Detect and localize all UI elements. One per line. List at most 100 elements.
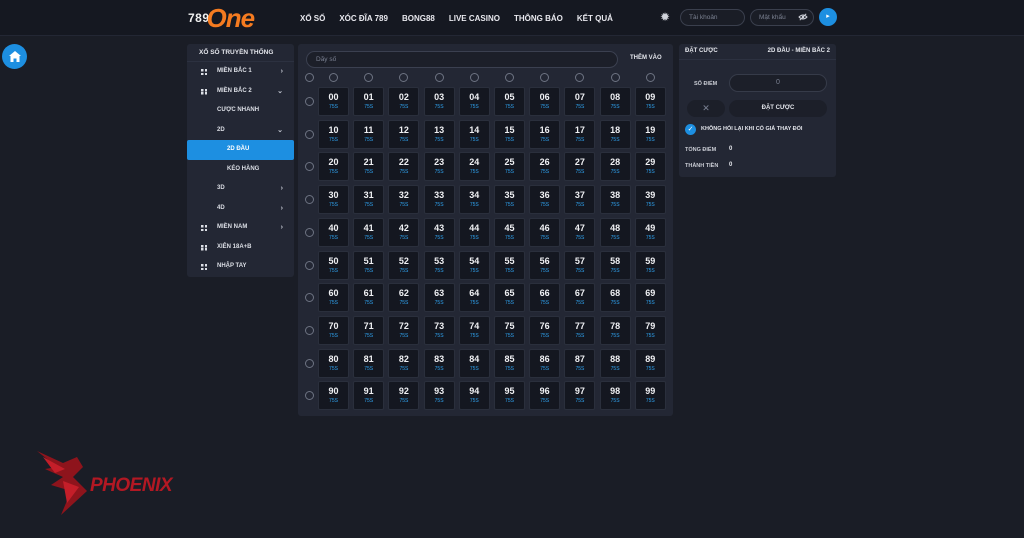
nav-thong-bao[interactable]: THÔNG BÁO <box>514 14 563 23</box>
number-cell[interactable]: 90 75S <box>318 381 349 411</box>
nav-live-casino[interactable]: LIVE CASINO <box>449 14 500 23</box>
column-radio[interactable] <box>469 73 479 82</box>
sidebar-item-xien[interactable]: XIÊN 18A+B <box>187 238 294 258</box>
number-cell[interactable]: 17 75S <box>564 119 596 149</box>
number-cell[interactable]: 72 75S <box>388 315 420 345</box>
number-cell[interactable]: 61 75S <box>353 283 385 313</box>
number-cell[interactable]: 41 75S <box>353 217 385 247</box>
number-cell[interactable]: 33 75S <box>423 185 455 215</box>
clear-button[interactable]: ✕ <box>687 100 725 117</box>
number-cell[interactable]: 50 75S <box>318 250 349 280</box>
number-cell[interactable]: 20 75S <box>318 152 349 182</box>
number-cell[interactable]: 30 75S <box>318 185 349 215</box>
row-radio[interactable] <box>305 358 314 368</box>
login-button[interactable]: ▸ <box>819 8 837 26</box>
row-radio[interactable] <box>305 129 314 139</box>
number-cell[interactable]: 12 75S <box>388 119 420 149</box>
row-radio[interactable] <box>305 391 314 401</box>
number-cell[interactable]: 03 75S <box>423 87 455 116</box>
number-cell[interactable]: 75 75S <box>494 315 525 345</box>
number-cell[interactable]: 57 75S <box>564 250 596 280</box>
number-cell[interactable]: 44 75S <box>458 217 490 247</box>
number-sequence-input[interactable]: Dãy số <box>306 51 618 68</box>
column-radio[interactable] <box>505 73 514 82</box>
number-cell[interactable]: 94 75S <box>458 381 490 411</box>
column-radio[interactable] <box>434 73 444 82</box>
number-cell[interactable]: 01 75S <box>353 87 385 116</box>
number-cell[interactable]: 69 75S <box>634 283 666 313</box>
place-bet-button[interactable]: ĐẶT CƯỢC <box>729 100 827 117</box>
select-all-radio[interactable] <box>305 73 314 82</box>
number-cell[interactable]: 36 75S <box>529 185 561 215</box>
column-radio[interactable] <box>540 73 550 82</box>
add-button[interactable]: THÊM VÀO <box>630 55 662 61</box>
number-cell[interactable]: 02 75S <box>388 87 420 116</box>
number-cell[interactable]: 18 75S <box>599 119 631 149</box>
points-input[interactable]: 0 <box>729 74 827 92</box>
number-cell[interactable]: 31 75S <box>353 185 385 215</box>
eye-icon[interactable] <box>798 13 808 21</box>
number-cell[interactable]: 25 75S <box>494 152 525 182</box>
number-cell[interactable]: 40 75S <box>318 217 349 247</box>
number-cell[interactable]: 09 75S <box>634 87 666 116</box>
number-cell[interactable]: 80 75S <box>318 348 349 378</box>
number-cell[interactable]: 47 75S <box>564 217 596 247</box>
number-cell[interactable]: 65 75S <box>494 283 525 313</box>
sidebar-item-keo-hang[interactable]: KÉO HÀNG <box>187 160 294 180</box>
number-cell[interactable]: 19 75S <box>634 119 666 149</box>
number-cell[interactable]: 32 75S <box>388 185 420 215</box>
number-cell[interactable]: 15 75S <box>494 119 525 149</box>
number-cell[interactable]: 86 75S <box>529 348 561 378</box>
number-cell[interactable]: 06 75S <box>529 87 561 116</box>
number-cell[interactable]: 91 75S <box>353 381 385 411</box>
row-radio[interactable] <box>305 260 314 270</box>
no-ask-checkbox[interactable]: ✓ <box>685 124 696 135</box>
number-cell[interactable]: 35 75S <box>494 185 525 215</box>
sidebar-item-mien-bac-2[interactable]: MIỀN BẮC 2 ⌄ <box>187 82 294 102</box>
number-cell[interactable]: 93 75S <box>423 381 455 411</box>
number-cell[interactable]: 85 75S <box>494 348 525 378</box>
number-cell[interactable]: 27 75S <box>564 152 596 182</box>
number-cell[interactable]: 54 75S <box>458 250 490 280</box>
number-cell[interactable]: 70 75S <box>318 315 349 345</box>
number-cell[interactable]: 21 75S <box>353 152 385 182</box>
number-cell[interactable]: 76 75S <box>529 315 561 345</box>
number-cell[interactable]: 97 75S <box>564 381 596 411</box>
number-cell[interactable]: 92 75S <box>388 381 420 411</box>
number-cell[interactable]: 68 75S <box>599 283 631 313</box>
number-cell[interactable]: 24 75S <box>458 152 490 182</box>
number-cell[interactable]: 59 75S <box>634 250 666 280</box>
sidebar-item-2d-dau[interactable]: 2D ĐẦU <box>187 140 294 160</box>
nav-xo-so[interactable]: XỔ SỐ <box>300 14 325 23</box>
number-cell[interactable]: 05 75S <box>494 87 525 116</box>
sidebar-item-cuoc-nhanh[interactable]: CƯỢC NHANH <box>187 101 294 121</box>
sidebar-item-2d[interactable]: 2D ⌄ <box>187 121 294 141</box>
column-radio[interactable] <box>364 73 374 82</box>
number-cell[interactable]: 28 75S <box>599 152 631 182</box>
home-button[interactable] <box>2 44 27 69</box>
number-cell[interactable]: 49 75S <box>634 217 666 247</box>
row-radio[interactable] <box>305 227 314 237</box>
row-radio[interactable] <box>305 162 314 172</box>
brand-logo[interactable]: 789 One <box>188 3 255 33</box>
number-cell[interactable]: 39 75S <box>634 185 666 215</box>
number-cell[interactable]: 56 75S <box>529 250 561 280</box>
row-radio[interactable] <box>305 325 314 335</box>
number-cell[interactable]: 08 75S <box>599 87 631 116</box>
number-cell[interactable]: 38 75S <box>599 185 631 215</box>
number-cell[interactable]: 64 75S <box>458 283 490 313</box>
row-radio[interactable] <box>305 195 314 205</box>
number-cell[interactable]: 81 75S <box>353 348 385 378</box>
number-cell[interactable]: 66 75S <box>529 283 561 313</box>
number-cell[interactable]: 78 75S <box>599 315 631 345</box>
number-cell[interactable]: 29 75S <box>634 152 666 182</box>
row-radio[interactable] <box>305 97 314 106</box>
number-cell[interactable]: 74 75S <box>458 315 490 345</box>
number-cell[interactable]: 63 75S <box>423 283 455 313</box>
number-cell[interactable]: 10 75S <box>318 119 349 149</box>
number-cell[interactable]: 14 75S <box>458 119 490 149</box>
number-cell[interactable]: 79 75S <box>634 315 666 345</box>
number-cell[interactable]: 60 75S <box>318 283 349 313</box>
number-cell[interactable]: 16 75S <box>529 119 561 149</box>
sidebar-item-nhap-tay[interactable]: NHẬP TAY <box>187 257 294 277</box>
